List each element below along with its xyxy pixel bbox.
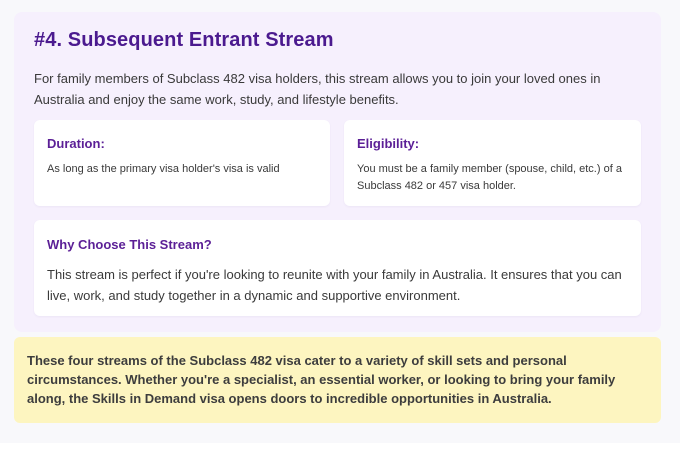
page-container: #4. Subsequent Entrant Stream For family…	[0, 0, 680, 443]
eligibility-box: Eligibility: You must be a family member…	[344, 120, 641, 206]
why-choose-box: Why Choose This Stream? This stream is p…	[34, 220, 641, 316]
stream-description: For family members of Subclass 482 visa …	[34, 71, 601, 107]
summary-callout: These four streams of the Subclass 482 v…	[14, 337, 661, 423]
stream-card: #4. Subsequent Entrant Stream For family…	[14, 12, 661, 332]
eligibility-heading: Eligibility:	[357, 136, 420, 151]
duration-text: As long as the primary visa holder's vis…	[47, 163, 280, 175]
duration-box: Duration: As long as the primary visa ho…	[34, 120, 330, 206]
summary-text: These four streams of the Subclass 482 v…	[27, 353, 616, 406]
why-choose-heading: Why Choose This Stream?	[47, 237, 212, 252]
duration-heading: Duration:	[47, 136, 105, 151]
why-choose-text: This stream is perfect if you're looking…	[47, 267, 622, 303]
eligibility-text: You must be a family member (spouse, chi…	[357, 163, 622, 192]
stream-title: #4. Subsequent Entrant Stream	[34, 29, 334, 51]
